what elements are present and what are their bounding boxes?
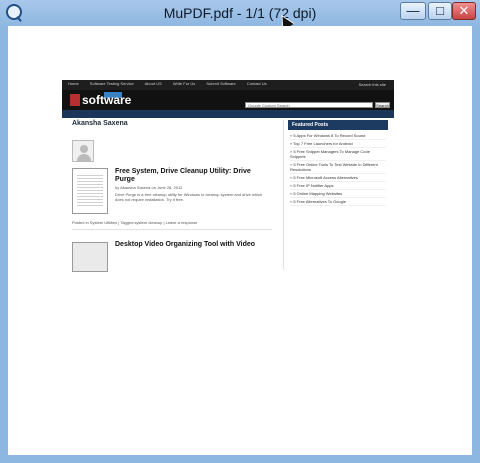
top-nav-item[interactable]: Write For Us: [173, 81, 195, 86]
featured-post-link[interactable]: 5 Apps For Windows 8 To Record Sound: [290, 132, 386, 140]
site-topbar: Home Software Testing Service About US W…: [62, 80, 394, 90]
site-logo: software: [70, 92, 132, 108]
minimize-button[interactable]: —: [400, 2, 426, 20]
featured-post-link[interactable]: 5 Free Alternatives To Google: [290, 198, 386, 206]
post-meta: Posted in System Utilities | Tagged syst…: [72, 220, 198, 225]
site-search-button[interactable]: Search: [375, 102, 390, 108]
maximize-button[interactable]: □: [428, 2, 452, 20]
top-nav-item[interactable]: Home: [68, 81, 79, 86]
author-heading: Akansha Saxena: [72, 120, 128, 127]
author-avatar: [72, 140, 94, 162]
site-header: software Google Custom Search Search: [62, 90, 394, 110]
post-title[interactable]: Free System, Drive Cleanup Utility: Driv…: [115, 168, 265, 184]
featured-posts-sidebar: Featured Posts 5 Apps For Windows 8 To R…: [283, 120, 388, 270]
mupdf-window: MuPDF.pdf - 1/1 (72 dpi) — □ ✕ Home Soft…: [0, 0, 480, 463]
post2-thumbnail[interactable]: [72, 242, 108, 272]
featured-post-link[interactable]: 5 Free Microsoft Access Alternatives: [290, 174, 386, 182]
site-top-nav: Home Software Testing Service About US W…: [68, 81, 277, 86]
logo-text: software: [82, 93, 132, 107]
featured-post-link[interactable]: 5 Online Mapping Websites: [290, 190, 386, 198]
post-excerpt: Drive Purge is a free cleanup utility fo…: [115, 192, 263, 202]
featured-posts-header: Featured Posts: [288, 120, 388, 130]
site-content: Akansha Saxena Free System, Drive Cleanu…: [62, 118, 394, 272]
top-search-label: Search this site: [358, 82, 386, 87]
featured-post-link[interactable]: Top 7 Free Launchers for Android: [290, 140, 386, 148]
top-nav-item[interactable]: Submit Software: [206, 81, 235, 86]
featured-post-link[interactable]: 5 Free Online Tools To Test Website In D…: [290, 161, 386, 174]
top-nav-item[interactable]: About US: [145, 81, 162, 86]
close-button[interactable]: ✕: [452, 2, 476, 20]
featured-post-link[interactable]: 5 Free Snippet Managers To Manage Code S…: [290, 148, 386, 161]
top-nav-item[interactable]: Software Testing Service: [90, 81, 134, 86]
site-search-input[interactable]: Google Custom Search: [245, 102, 373, 108]
titlebar[interactable]: MuPDF.pdf - 1/1 (72 dpi) — □ ✕: [0, 0, 480, 31]
post-divider: [72, 229, 272, 230]
post-byline: by Akansha Saxena on June 28, 2012: [115, 185, 183, 190]
document-view[interactable]: Home Software Testing Service About US W…: [8, 26, 472, 455]
pdf-page[interactable]: Home Software Testing Service About US W…: [62, 80, 394, 272]
post-thumbnail[interactable]: [72, 168, 108, 214]
top-nav-item[interactable]: Contact Us: [247, 81, 267, 86]
featured-posts-list: 5 Apps For Windows 8 To Record Sound Top…: [290, 132, 386, 206]
site-main-nav: Freeware Windows Web Applications App St…: [62, 110, 394, 124]
featured-post-link[interactable]: 5 Free IP Notifier Apps: [290, 182, 386, 190]
post2-title[interactable]: Desktop Video Organizing Tool with Video: [115, 241, 265, 249]
